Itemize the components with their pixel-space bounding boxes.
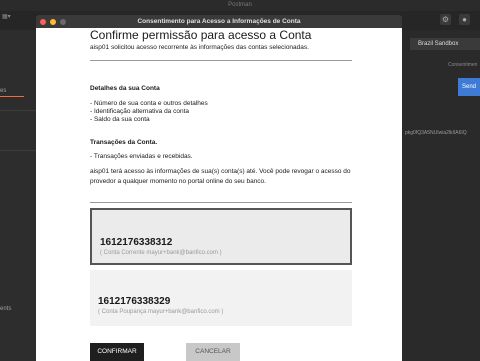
app-title: Postman: [228, 2, 252, 8]
sidebar-tab-underline: [0, 96, 24, 97]
toolbar-icons: ⚙ ●: [440, 14, 470, 25]
account-number: 1612176338329: [98, 296, 171, 307]
account-option-checking[interactable]: 1612176338312 ( Conta Corrente mayur+ban…: [90, 208, 352, 265]
transactions-heading: Transações da Conta.: [90, 139, 158, 146]
sidebar-divider: [0, 150, 36, 151]
url-fragment: pkg0fQ3A5NUIwia2lkIIA6IQ: [405, 130, 467, 136]
divider: [90, 202, 352, 203]
confirm-button[interactable]: CONFIRMAR: [90, 343, 144, 361]
sidebar-tab-label[interactable]: es: [0, 88, 6, 94]
details-item: - Identificação alternativa da conta: [90, 108, 190, 115]
account-description: ( Conta Corrente mayur+bank@banfico.com …: [100, 250, 222, 256]
consent-tab[interactable]: Consentimen: [448, 62, 477, 68]
consent-window-titlebar: Consentimento para Acesso a Informações …: [36, 15, 402, 28]
postman-sidebar: es ents: [0, 30, 36, 361]
details-item: - Saldo da sua conta: [90, 116, 150, 123]
settings-gear-icon[interactable]: ⚙: [440, 14, 451, 25]
divider: [90, 60, 352, 61]
transactions-item: - Transações enviadas e recebidas.: [90, 153, 193, 160]
details-heading: Detalhes da sua Conta: [90, 85, 160, 92]
send-button[interactable]: Send: [458, 78, 480, 96]
window-title: Consentimento para Acesso a Informações …: [137, 18, 301, 25]
environment-select[interactable]: Brazil Sandbox: [410, 38, 480, 50]
new-menu-icon[interactable]: ▦▾: [2, 13, 11, 20]
postman-titlebar: Postman: [0, 0, 480, 11]
revoke-notice: aisp01 terá acesso às informações de sua…: [90, 168, 351, 185]
sidebar-bottom-label[interactable]: ents: [0, 306, 11, 312]
details-item: - Número de sua conta e outros detalhes: [90, 100, 208, 107]
account-number: 1612176338312: [100, 237, 173, 248]
consent-dialog: Confirme permissão para acesso a Conta a…: [36, 28, 402, 361]
page-title: Confirme permissão para acesso a Conta: [90, 28, 312, 42]
cancel-button[interactable]: CANCELAR: [186, 343, 240, 361]
account-description: ( Conta Poupança mayur+bank@banfico.com …: [98, 309, 224, 315]
notification-icon[interactable]: ●: [459, 14, 470, 25]
account-option-savings[interactable]: 1612176338329 ( Conta Poupança mayur+ban…: [90, 270, 352, 326]
sidebar-divider: [0, 110, 36, 111]
intro-text: aisp01 solicitou acesso recorrente às in…: [90, 44, 309, 51]
